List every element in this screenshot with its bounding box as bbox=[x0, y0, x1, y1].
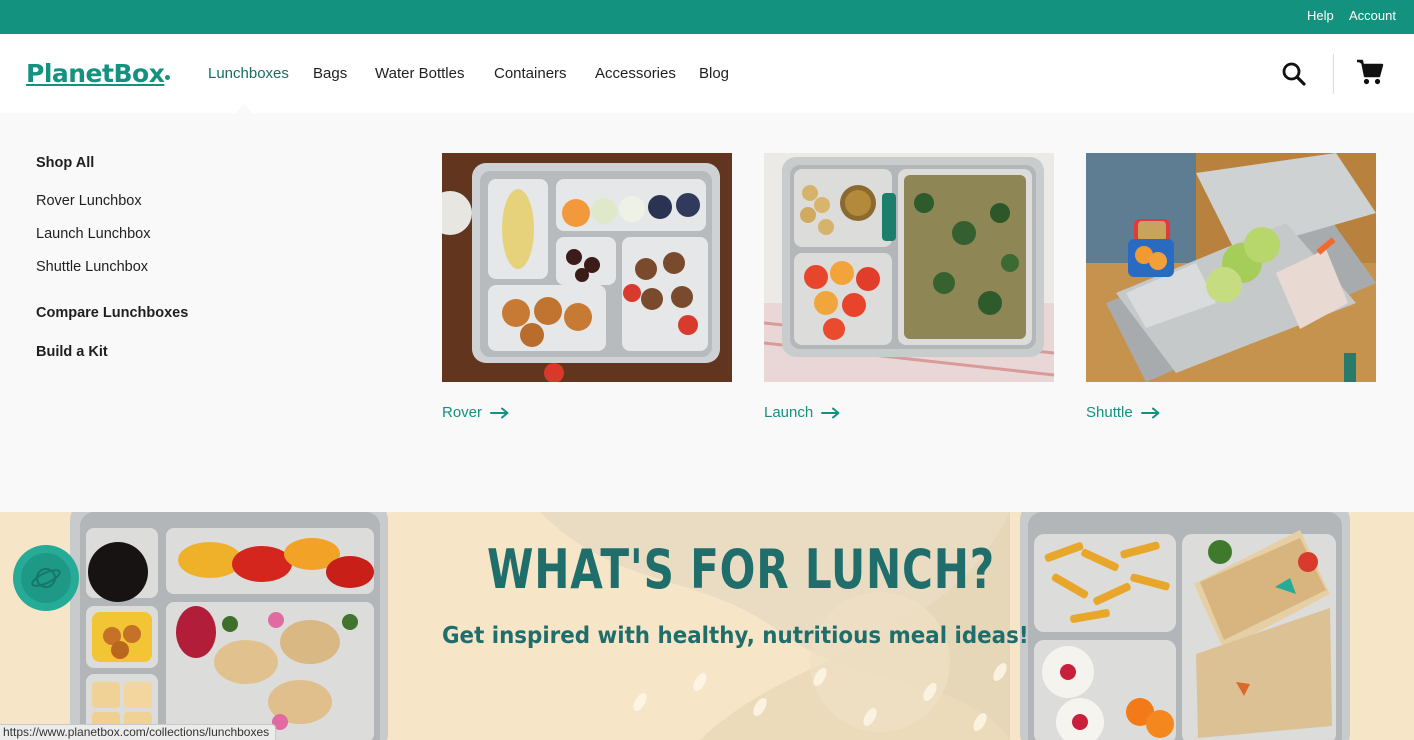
menu-launch-lunchbox[interactable]: Launch Lunchbox bbox=[36, 226, 151, 242]
nav-blog[interactable]: Blog bbox=[699, 65, 729, 82]
menu-shuttle-lunchbox[interactable]: Shuttle Lunchbox bbox=[36, 259, 148, 275]
menu-compare-lunchboxes[interactable]: Compare Lunchboxes bbox=[36, 305, 188, 321]
launch-lunchbox-photo bbox=[764, 153, 1054, 382]
nav-containers[interactable]: Containers bbox=[494, 65, 567, 82]
shuttle-lunchbox-photo bbox=[1086, 153, 1376, 382]
rover-lunchbox-photo bbox=[442, 153, 732, 382]
arrow-right-icon bbox=[821, 407, 840, 418]
header-divider bbox=[1333, 54, 1334, 94]
nav-water-bottles[interactable]: Water Bottles bbox=[375, 65, 464, 82]
arrow-right-icon bbox=[490, 407, 509, 418]
cart-icon bbox=[1357, 59, 1384, 85]
cart-button[interactable] bbox=[1355, 58, 1385, 86]
rover-image[interactable] bbox=[442, 153, 732, 382]
hero-title: WHAT'S FOR LUNCH? bbox=[487, 538, 995, 601]
help-link[interactable]: Help bbox=[1307, 8, 1334, 23]
rover-card-label: Rover bbox=[442, 404, 483, 421]
lunchboxes-mega-menu: Shop All Rover Lunchbox Launch Lunchbox … bbox=[0, 113, 1414, 512]
site-header: PlanetBox Lunchboxes Bags Water Bottles … bbox=[0, 34, 1414, 114]
planetbox-logo[interactable]: PlanetBox bbox=[26, 59, 171, 88]
shuttle-card-link[interactable]: Shuttle bbox=[1086, 404, 1376, 421]
status-bar-url: https://www.planetbox.com/collections/lu… bbox=[0, 724, 277, 740]
launch-image[interactable] bbox=[764, 153, 1054, 382]
product-card-shuttle: Shuttle bbox=[1086, 153, 1376, 421]
menu-rover-lunchbox[interactable]: Rover Lunchbox bbox=[36, 193, 142, 209]
arrow-right-icon bbox=[1140, 407, 1160, 418]
logo-text: PlanetBox bbox=[26, 59, 165, 88]
hero-banner[interactable]: WHAT'S FOR LUNCH? Get inspired with heal… bbox=[0, 512, 1414, 740]
hero-subtitle: Get inspired with healthy, nutritious me… bbox=[442, 623, 1029, 649]
menu-build-a-kit[interactable]: Build a Kit bbox=[36, 344, 108, 360]
launch-card-link[interactable]: Launch bbox=[764, 404, 1054, 421]
account-link[interactable]: Account bbox=[1349, 8, 1396, 23]
nav-lunchboxes[interactable]: Lunchboxes bbox=[208, 65, 289, 82]
rover-card-link[interactable]: Rover bbox=[442, 404, 732, 421]
search-icon bbox=[1282, 62, 1306, 86]
search-button[interactable] bbox=[1281, 61, 1307, 87]
utility-bar: Help Account bbox=[0, 0, 1414, 34]
shuttle-image[interactable] bbox=[1086, 153, 1376, 382]
nav-bags[interactable]: Bags bbox=[313, 65, 347, 82]
product-card-rover: Rover bbox=[442, 153, 732, 421]
menu-shop-all[interactable]: Shop All bbox=[36, 155, 94, 171]
nav-accessories[interactable]: Accessories bbox=[595, 65, 676, 82]
shuttle-card-label: Shuttle bbox=[1086, 404, 1133, 421]
logo-dot bbox=[165, 75, 171, 80]
product-card-launch: Launch bbox=[764, 153, 1054, 421]
launch-card-label: Launch bbox=[764, 404, 814, 421]
